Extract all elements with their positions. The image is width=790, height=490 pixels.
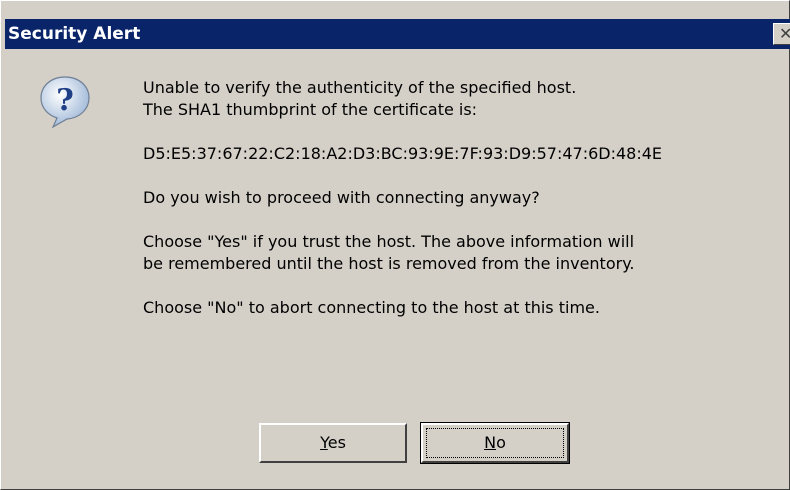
yes-info-line-2: be remembered until the host is removed … xyxy=(143,254,635,273)
close-icon: ✕ xyxy=(779,24,790,43)
yes-button-label: es xyxy=(327,433,346,452)
yes-info-line-1: Choose "Yes" if you trust the host. The … xyxy=(143,232,635,251)
message-line-1: Unable to verify the authenticity of the… xyxy=(143,78,577,97)
yes-button-mnemonic: Y xyxy=(320,433,328,452)
security-alert-dialog: Security Alert ✕ ? Unable to verify the … xyxy=(0,0,790,490)
message-line-2: The SHA1 thumbprint of the certificate i… xyxy=(143,100,478,119)
close-button[interactable]: ✕ xyxy=(773,23,790,45)
title-bar[interactable]: Security Alert ✕ xyxy=(5,19,790,49)
no-info-text: Choose "No" to abort connecting to the h… xyxy=(143,298,600,317)
thumbprint-text: D5:E5:37:67:22:C2:18:A2:D3:BC:93:9E:7F:9… xyxy=(143,144,663,163)
no-button-label: o xyxy=(496,433,506,452)
yes-button[interactable]: Yes xyxy=(259,423,407,463)
svg-text:?: ? xyxy=(56,83,74,118)
question-icon: ? xyxy=(40,76,90,129)
no-button[interactable]: No xyxy=(420,422,570,464)
question-text: Do you wish to proceed with connecting a… xyxy=(143,188,540,207)
window-title: Security Alert xyxy=(8,24,141,44)
no-button-mnemonic: N xyxy=(484,433,497,452)
